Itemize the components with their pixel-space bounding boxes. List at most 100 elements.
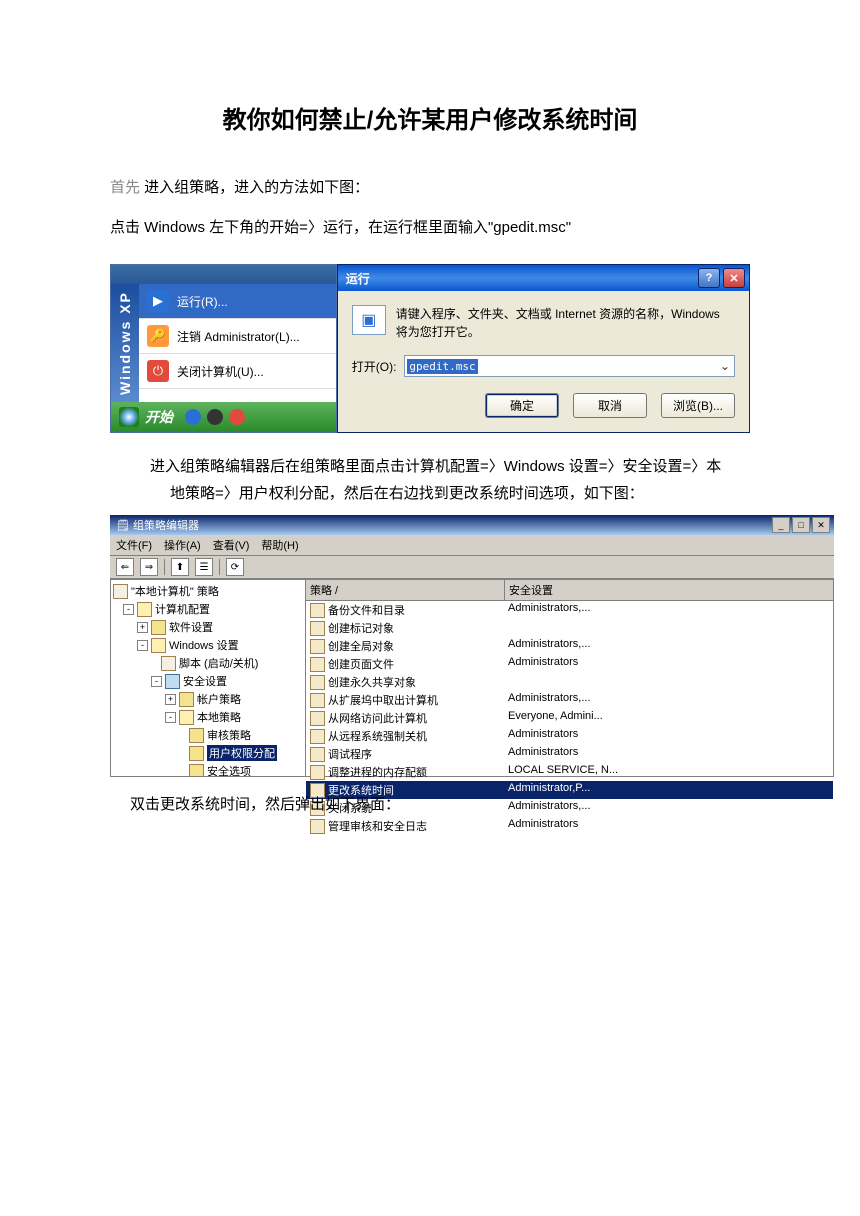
- policy-item-icon: [310, 693, 325, 708]
- list-item[interactable]: 从扩展坞中取出计算机Administrators,...: [306, 691, 833, 709]
- menu-help[interactable]: 帮助(H): [261, 537, 298, 553]
- list-item[interactable]: 创建永久共享对象: [306, 673, 833, 691]
- policy-icon: [113, 584, 128, 599]
- ie-icon[interactable]: [185, 409, 201, 425]
- tree-scripts[interactable]: 脚本 (启动/关机): [179, 655, 258, 671]
- tree-user-rights[interactable]: 用户权限分配: [207, 745, 277, 761]
- forward-icon[interactable]: ⇒: [140, 558, 158, 576]
- expand-icon[interactable]: -: [137, 640, 148, 651]
- list-item[interactable]: 创建全局对象Administrators,...: [306, 637, 833, 655]
- folder-icon: [137, 602, 152, 617]
- policy-item-icon: [310, 711, 325, 726]
- taskbar-tray: [179, 409, 251, 425]
- policy-item-icon: [310, 819, 325, 834]
- tree-account-policy[interactable]: 帐户策略: [197, 691, 241, 707]
- start-menu-run[interactable]: ▶ 运行(R)...: [139, 284, 336, 319]
- run-icon: ▶: [147, 290, 169, 312]
- policy-value: LOCAL SERVICE, N...: [504, 763, 833, 781]
- para1-prefix: 首先: [110, 179, 140, 196]
- tree-local-policy[interactable]: 本地策略: [197, 709, 241, 725]
- expand-icon[interactable]: -: [123, 604, 134, 615]
- tree-windows-settings[interactable]: Windows 设置: [169, 637, 239, 653]
- start-button-bar[interactable]: 开始: [111, 402, 336, 432]
- policy-value: Administrators: [504, 745, 833, 763]
- close-button[interactable]: ✕: [723, 268, 745, 288]
- gpedit-list[interactable]: 策略 / 安全设置 备份文件和目录Administrators,...创建标记对…: [306, 580, 833, 776]
- help-button[interactable]: ?: [698, 268, 720, 288]
- policy-name: 从远程系统强制关机: [328, 728, 427, 744]
- tree-software[interactable]: 软件设置: [169, 619, 213, 635]
- policy-name: 备份文件和目录: [328, 602, 405, 618]
- qq-icon[interactable]: [207, 409, 223, 425]
- refresh-icon[interactable]: ⟳: [226, 558, 244, 576]
- folder-icon: [179, 710, 194, 725]
- policy-name: 创建标记对象: [328, 620, 394, 636]
- back-icon[interactable]: ⇐: [116, 558, 134, 576]
- start-menu-topbar: [111, 265, 336, 284]
- list-item[interactable]: 创建标记对象: [306, 619, 833, 637]
- run-dialog-icon: ▣: [352, 305, 386, 335]
- policy-value: Administrators: [504, 817, 833, 835]
- run-input[interactable]: gpedit.msc ⌄: [404, 355, 735, 377]
- properties-icon[interactable]: ☰: [195, 558, 213, 576]
- gpedit-window: 🗒 组策略编辑器 _ □ ✕ 文件(F) 操作(A) 查看(V) 帮助(H) ⇐…: [110, 515, 834, 777]
- start-label: 开始: [145, 407, 173, 427]
- policy-name: 调整进程的内存配额: [328, 764, 427, 780]
- tree-computer-config[interactable]: 计算机配置: [155, 601, 210, 617]
- list-header[interactable]: 策略 / 安全设置: [306, 580, 833, 601]
- close-button[interactable]: ✕: [812, 517, 830, 533]
- list-item[interactable]: 备份文件和目录Administrators,...: [306, 601, 833, 619]
- menu-action[interactable]: 操作(A): [164, 537, 201, 553]
- gpedit-menubar[interactable]: 文件(F) 操作(A) 查看(V) 帮助(H): [110, 535, 834, 556]
- up-icon[interactable]: ⬆: [171, 558, 189, 576]
- tree-security[interactable]: 安全设置: [183, 673, 227, 689]
- maximize-button[interactable]: □: [792, 517, 810, 533]
- policy-value: Everyone, Admini...: [504, 709, 833, 727]
- list-item[interactable]: 从网络访问此计算机Everyone, Admini...: [306, 709, 833, 727]
- run-dialog-titlebar: 运行 ? ✕: [338, 265, 749, 291]
- list-item[interactable]: 调整进程的内存配额 LOCAL SERVICE, N...: [306, 763, 833, 781]
- run-dialog: 运行 ? ✕ ▣ 请键入程序、文件夹、文档或 Internet 资源的名称，Wi…: [337, 264, 750, 433]
- minimize-button[interactable]: _: [772, 517, 790, 533]
- cancel-button[interactable]: 取消: [573, 393, 647, 418]
- menu-file[interactable]: 文件(F): [116, 537, 152, 553]
- start-menu-logoff[interactable]: 🔑 注销 Administrator(L)...: [139, 319, 336, 354]
- gpedit-tree[interactable]: "本地计算机" 策略 - 计算机配置 + 软件设置 - Windows 设置 脚本 (…: [111, 580, 306, 776]
- folder-icon: [189, 728, 204, 743]
- list-item[interactable]: 管理审核和安全日志Administrators: [306, 817, 833, 835]
- tree-security-options[interactable]: 安全选项: [207, 763, 251, 776]
- ok-button[interactable]: 确定: [485, 393, 559, 418]
- security-icon: [165, 674, 180, 689]
- dropdown-icon[interactable]: ⌄: [716, 359, 734, 373]
- paragraph-3: 进入组策略编辑器后在组策略里面点击计算机配置=〉Windows 设置=〉安全设置…: [150, 453, 750, 507]
- list-item[interactable]: 从远程系统强制关机 Administrators: [306, 727, 833, 745]
- list-item[interactable]: 创建页面文件Administrators: [306, 655, 833, 673]
- script-icon: [161, 656, 176, 671]
- gpedit-titlebar: 🗒 组策略编辑器 _ □ ✕: [110, 515, 834, 535]
- col-policy[interactable]: 策略 /: [306, 580, 505, 600]
- gpedit-toolbar: ⇐ ⇒ ⬆ ☰ ⟳: [110, 556, 834, 579]
- browse-button[interactable]: 浏览(B)...: [661, 393, 735, 418]
- policy-item-icon: [310, 621, 325, 636]
- expand-icon[interactable]: -: [151, 676, 162, 687]
- policy-item-icon: [310, 765, 325, 780]
- start-menu-shutdown[interactable]: ⏻ 关闭计算机(U)...: [139, 354, 336, 389]
- policy-value: Administrators: [504, 727, 833, 745]
- menu-view[interactable]: 查看(V): [213, 537, 250, 553]
- policy-item-icon: [310, 603, 325, 618]
- shutdown-label: 关闭计算机(U)...: [177, 363, 264, 380]
- col-security[interactable]: 安全设置: [505, 580, 833, 600]
- folder-icon: [189, 746, 204, 761]
- expand-icon[interactable]: -: [165, 712, 176, 723]
- tree-audit[interactable]: 审核策略: [207, 727, 251, 743]
- list-item[interactable]: 调试程序Administrators: [306, 745, 833, 763]
- expand-icon[interactable]: +: [137, 622, 148, 633]
- policy-value: Administrators: [504, 655, 833, 673]
- start-run-composite: Windows XP ▶ 运行(R)... 🔑 注销 Administrator…: [110, 264, 750, 433]
- tree-root[interactable]: "本地计算机" 策略: [131, 583, 219, 599]
- policy-item-icon: [310, 675, 325, 690]
- policy-value: Administrators,...: [504, 637, 833, 655]
- tray-icon-3[interactable]: [229, 409, 245, 425]
- expand-icon[interactable]: +: [165, 694, 176, 705]
- run-dialog-prompt: 请键入程序、文件夹、文档或 Internet 资源的名称，Windows 将为您…: [396, 305, 735, 341]
